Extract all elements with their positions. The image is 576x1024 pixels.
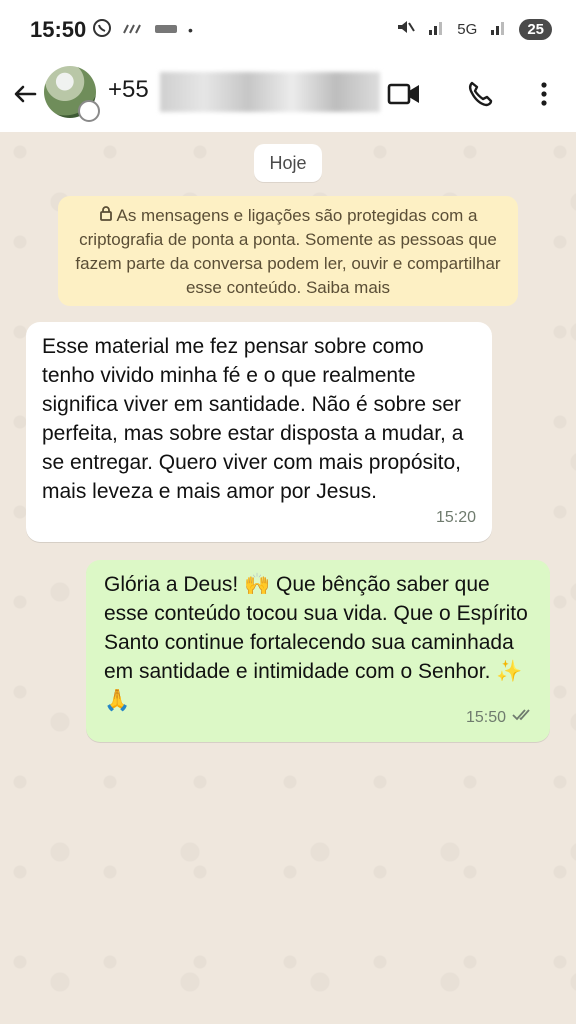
video-call-button[interactable] — [386, 78, 422, 114]
back-button[interactable] — [8, 76, 42, 116]
video-call-icon — [387, 81, 421, 112]
message-meta: 15:20 — [436, 503, 476, 532]
phone-call-icon — [466, 80, 494, 113]
status-ring-icon — [78, 100, 100, 122]
signal-icon-2 — [489, 18, 507, 40]
status-bar: 15:50 • 5G 25 — [0, 0, 576, 62]
mute-icon — [395, 17, 416, 41]
status-right-icons: 5G 25 — [395, 17, 552, 41]
more-vert-icon — [539, 80, 549, 113]
contact-name[interactable]: +55 — [108, 76, 149, 104]
message-bubble-outgoing[interactable]: Glória a Deus! 🙌 Que bênção saber que es… — [86, 560, 550, 742]
whatsapp-icon — [92, 18, 112, 41]
phone-call-button[interactable] — [462, 78, 498, 114]
message-time: 15:50 — [465, 709, 506, 726]
encryption-notice[interactable]: As mensagens e ligações são protegidas c… — [58, 196, 518, 306]
app-icon — [154, 22, 178, 38]
message-text: Esse material me fez pensar sobre como t… — [42, 335, 464, 503]
encryption-notice-text: As mensagens e ligações são protegidas c… — [75, 206, 501, 297]
message-meta: 15:50 — [466, 703, 534, 732]
signal-icon — [427, 18, 445, 40]
message-time: 15:20 — [435, 509, 476, 526]
message-text: Glória a Deus! 🙌 Que bênção saber que es… — [104, 573, 528, 712]
blurred-phone-number — [160, 72, 380, 112]
back-arrow-icon — [11, 80, 39, 113]
notification-dot: • — [188, 21, 193, 38]
more-options-button[interactable] — [526, 78, 562, 114]
status-time: 15:50 — [30, 17, 87, 42]
read-ticks-icon — [512, 703, 534, 732]
5g-icon: 5G — [457, 20, 478, 38]
message-bubble-incoming[interactable]: Esse material me fez pensar sobre como t… — [26, 322, 492, 542]
signal-activity-icon — [122, 22, 144, 38]
battery-indicator: 25 — [519, 18, 552, 40]
status-left-icons: • — [92, 18, 193, 41]
date-chip: Hoje — [254, 144, 322, 182]
lock-icon — [99, 204, 113, 228]
chat-header: +55 — [0, 62, 576, 132]
chat-area[interactable]: Hoje As mensagens e ligações são protegi… — [0, 132, 576, 1024]
